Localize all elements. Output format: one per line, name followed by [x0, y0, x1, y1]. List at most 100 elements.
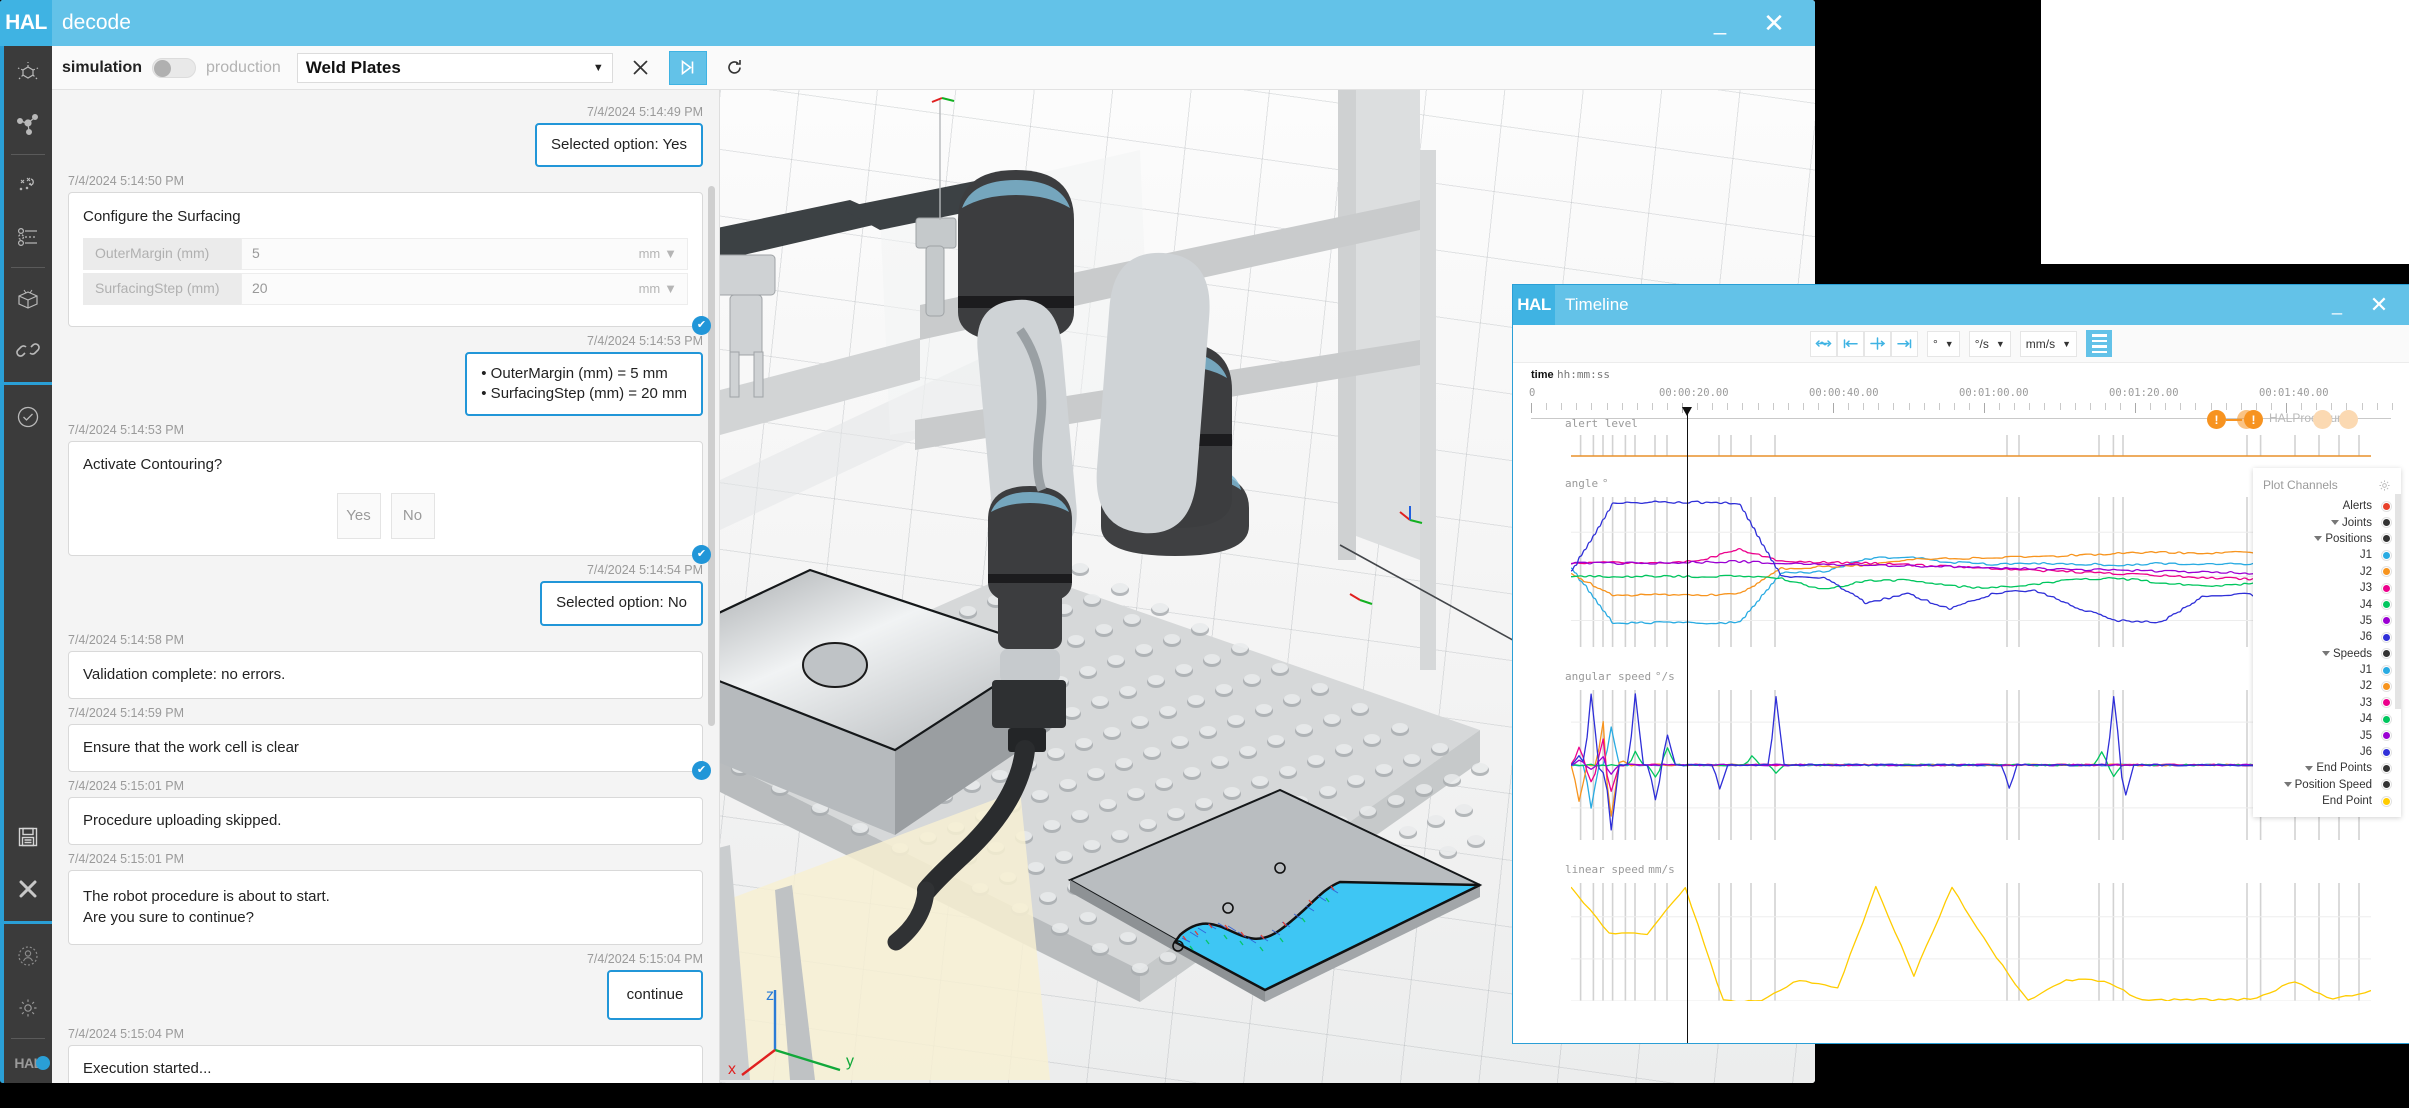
legend-row[interactable]: End Points [2253, 760, 2401, 776]
chevron-down-icon[interactable]: ▼ [664, 246, 677, 261]
option-yes-button[interactable]: Yes [336, 493, 381, 540]
targets-icon[interactable] [4, 159, 52, 211]
program-select[interactable]: Weld Plates ▼ [296, 52, 613, 83]
rail-bottom-group: HAL [4, 811, 52, 1083]
chat-bubble-form: Configure the Surfacing OuterMargin (mm)… [68, 192, 711, 335]
settings-gear-icon[interactable] [4, 982, 52, 1034]
program-select-value: Weld Plates [305, 57, 401, 77]
message-timestamp: 7/4/2024 5:14:53 PM [68, 423, 185, 437]
window-title: decode [62, 11, 131, 34]
legend-row[interactable]: J3 [2253, 695, 2401, 711]
timeline-minimize-button[interactable]: _ [2321, 285, 2353, 325]
legend-color-swatch[interactable] [2381, 664, 2392, 676]
legend-row[interactable]: J6 [2253, 629, 2401, 645]
legend-color-swatch[interactable] [2381, 697, 2392, 709]
legend-color-swatch[interactable] [2381, 631, 2392, 643]
legend-row[interactable]: J5 [2253, 727, 2401, 743]
angular-speed-unit-value: °/s [1974, 336, 1989, 351]
stop-button[interactable] [622, 51, 660, 85]
legend-color-swatch[interactable] [2381, 795, 2392, 807]
simulation-production-toggle[interactable] [152, 57, 197, 78]
legend-color-swatch[interactable] [2381, 517, 2392, 529]
legend-color-swatch[interactable] [2381, 549, 2392, 561]
playhead-handle-icon[interactable] [1682, 407, 1692, 416]
user-icon[interactable] [4, 930, 52, 982]
validate-check-icon[interactable] [4, 391, 52, 443]
list-item: • SurfacingStep (mm) = 20 mm [481, 384, 687, 402]
go-to-start-icon[interactable] [1836, 330, 1864, 357]
gear-icon[interactable] [2378, 479, 2391, 492]
list-item: • OuterMargin (mm) = 5 mm [481, 364, 668, 382]
legend-row[interactable]: Alerts [2253, 498, 2401, 514]
legend-label: J1 [2359, 549, 2372, 562]
legend-row[interactable]: J6 [2253, 744, 2401, 760]
legend-row[interactable]: J4 [2253, 596, 2401, 612]
message-timestamp: 7/4/2024 5:14:53 PM [586, 333, 703, 348]
play-to-end-button[interactable] [668, 50, 707, 85]
legend-row[interactable]: J3 [2253, 580, 2401, 596]
center-playhead-icon[interactable] [1863, 330, 1891, 357]
linear-speed-unit-select[interactable]: mm/s ▼ [2019, 330, 2078, 357]
chevron-down-icon: ▼ [1944, 338, 1954, 349]
legend-color-swatch[interactable] [2381, 779, 2392, 791]
legend-row[interactable]: J4 [2253, 711, 2401, 727]
legend-color-swatch[interactable] [2381, 648, 2392, 660]
legend-row[interactable]: End Point [2253, 793, 2401, 809]
legend-color-swatch[interactable] [2381, 582, 2392, 594]
minimize-button[interactable]: _ [1697, 0, 1743, 46]
close-x-icon[interactable] [4, 863, 52, 915]
legend-color-swatch[interactable] [2381, 533, 2392, 545]
timeline-body[interactable]: time hh:mm:ss 0 00:00:20.00 00:00:40.00 … [1513, 363, 2409, 1043]
bubble-text: Ensure that the work cell is clear [83, 738, 299, 756]
production-label: production [206, 58, 281, 76]
legend-row[interactable]: Speeds [2253, 646, 2401, 662]
plot-channels-panel[interactable]: Plot Channels Alerts Joints Positions J1 [2253, 468, 2401, 818]
legend-row[interactable]: Joints [2253, 514, 2401, 530]
menu-icon[interactable] [2086, 330, 2113, 357]
outer-margin-input[interactable]: 5 mm ▼ [241, 237, 688, 270]
legend-color-swatch[interactable] [2381, 762, 2392, 774]
angular-speed-unit-select[interactable]: °/s ▼ [1968, 330, 2011, 357]
link-icon[interactable] [4, 324, 52, 376]
toolpath-icon[interactable] [4, 211, 52, 263]
assembly-graph-icon[interactable] [4, 98, 52, 150]
field-label: SurfacingStep (mm) [83, 272, 241, 305]
legend-row[interactable]: J5 [2253, 613, 2401, 629]
legend-row[interactable]: J1 [2253, 662, 2401, 678]
main-window-titlebar: HAL decode _ ✕ [0, 0, 1815, 46]
legend-row[interactable]: Position Speed [2253, 777, 2401, 793]
legend-row[interactable]: Positions [2253, 531, 2401, 547]
chat-scrollbar[interactable] [708, 186, 715, 726]
legend-color-swatch[interactable] [2381, 713, 2392, 725]
surfacing-step-input[interactable]: 20 mm ▼ [241, 272, 688, 305]
timeline-close-button[interactable]: ✕ [2363, 285, 2395, 325]
chevron-down-icon[interactable]: ▼ [664, 281, 677, 296]
legend-color-swatch[interactable] [2381, 599, 2392, 611]
angle-unit-select[interactable]: ° ▼ [1926, 330, 1960, 357]
legend-color-swatch[interactable] [2381, 500, 2392, 512]
message-timestamp: 7/4/2024 5:14:59 PM [68, 705, 185, 720]
go-to-end-icon[interactable] [1890, 330, 1918, 357]
playhead[interactable] [1682, 407, 1692, 1043]
legend-color-swatch[interactable] [2381, 615, 2392, 627]
legend-color-swatch[interactable] [2381, 730, 2392, 742]
legend-scrollbar[interactable] [2395, 494, 2401, 709]
legend-row[interactable]: J2 [2253, 678, 2401, 694]
legend-color-swatch[interactable] [2381, 680, 2392, 692]
message-timestamp: 7/4/2024 5:15:04 PM [68, 1027, 185, 1041]
chat-panel[interactable]: 7/4/2024 5:14:49 PM Selected option: Yes… [52, 90, 720, 1083]
package-icon[interactable] [4, 272, 52, 324]
save-icon[interactable] [4, 811, 52, 863]
fit-to-view-icon[interactable] [1809, 330, 1837, 357]
legend-color-swatch[interactable] [2381, 566, 2392, 578]
legend-color-swatch[interactable] [2381, 746, 2392, 758]
legend-label: Positions [2253, 533, 2381, 545]
chat-bubble-user: continue [607, 969, 703, 1020]
close-button[interactable]: ✕ [1751, 0, 1797, 46]
legend-row[interactable]: J2 [2253, 564, 2401, 580]
chat-bubble-user: Selected option: No [540, 581, 703, 626]
legend-row[interactable]: J1 [2253, 547, 2401, 563]
scene-object-icon[interactable] [4, 46, 52, 98]
reset-button[interactable] [716, 51, 754, 85]
option-no-button[interactable]: No [390, 493, 435, 540]
